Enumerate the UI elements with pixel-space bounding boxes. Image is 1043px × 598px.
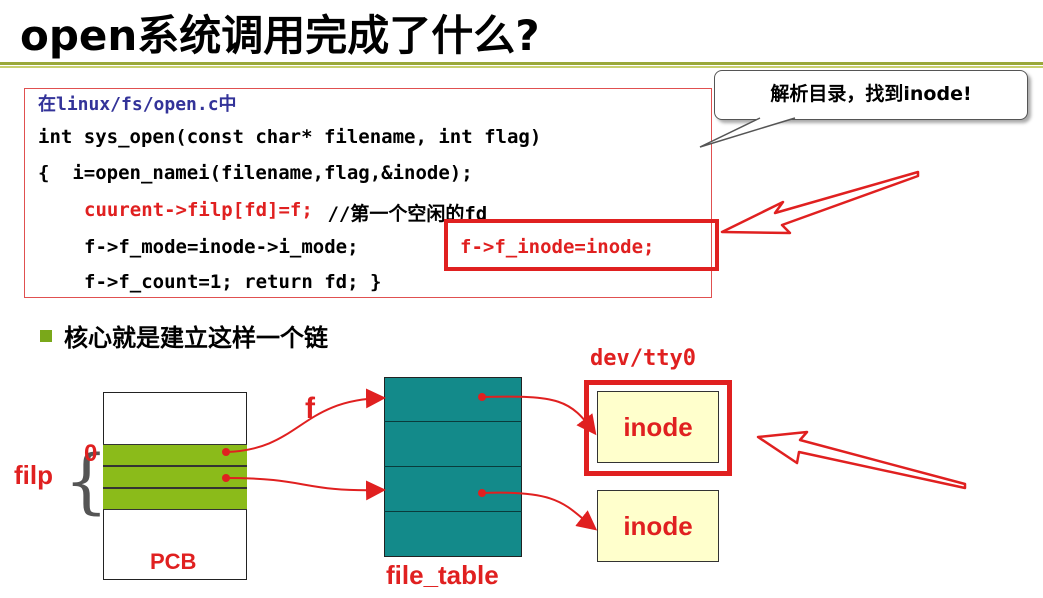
big-arrow-top: [720, 170, 920, 235]
pointer-arrow: [225, 477, 386, 501]
callout-pointer: [699, 117, 796, 148]
connector-overlay: [222, 117, 967, 531]
pointer-arrow: [481, 395, 597, 436]
pointer-arrow: [225, 388, 386, 453]
big-arrow-bottom: [756, 430, 967, 490]
pointer-arrow: [481, 491, 598, 531]
